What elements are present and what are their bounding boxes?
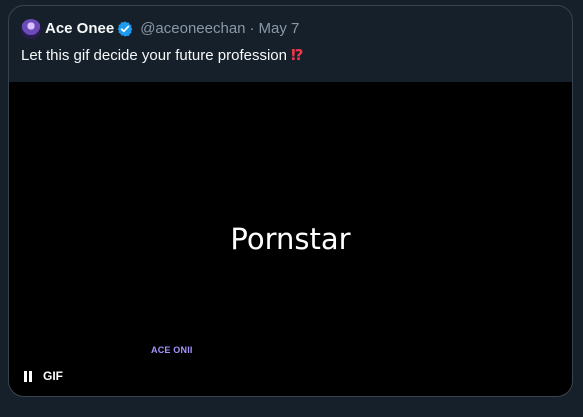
header-separator: · bbox=[249, 20, 255, 37]
tweet-body: Let this gif decide your future professi… bbox=[21, 47, 287, 64]
gif-media[interactable]: Pornstar ACE ONII GIF bbox=[9, 82, 572, 396]
gif-watermark: ACE ONII bbox=[151, 345, 193, 355]
tweet-header: Ace Onee @aceoneechan · May 7 bbox=[21, 17, 299, 41]
tweet-date[interactable]: May 7 bbox=[259, 19, 300, 39]
verified-badge-icon bbox=[117, 21, 133, 37]
pause-icon[interactable] bbox=[23, 370, 33, 382]
author-name[interactable]: Ace Onee bbox=[45, 19, 114, 39]
gif-controls[interactable]: GIF bbox=[23, 369, 63, 383]
author-handle[interactable]: @aceoneechan bbox=[140, 19, 245, 39]
gif-displayed-word: Pornstar bbox=[230, 222, 351, 256]
exclamation-question-emoji: ⁉ bbox=[291, 47, 304, 64]
gif-badge: GIF bbox=[43, 369, 63, 383]
avatar[interactable] bbox=[21, 19, 41, 39]
tweet-text: Let this gif decide your future professi… bbox=[21, 46, 560, 66]
quoted-tweet-card[interactable]: Ace Onee @aceoneechan · May 7 Let this g… bbox=[8, 5, 573, 397]
